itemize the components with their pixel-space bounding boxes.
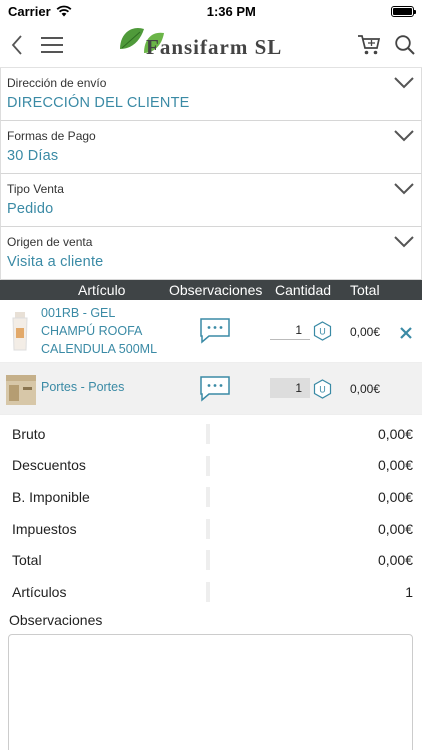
unit-label: U (319, 385, 326, 395)
cart-icon (358, 35, 381, 55)
search-icon (395, 35, 415, 55)
field-value: DIRECCIÓN DEL CLIENTE (7, 95, 190, 111)
field-label: Tipo Venta (7, 182, 64, 196)
column-header-observations: Observaciones (169, 282, 263, 298)
battery-icon (391, 5, 416, 17)
summary-value: 0,00€ (377, 425, 413, 442)
delete-line-button[interactable] (399, 326, 413, 340)
summary-row-taxes: Impuestos 0,00€ (0, 513, 422, 545)
menu-line (41, 44, 63, 46)
menu-line (41, 51, 63, 53)
summary-label: B. Imponible (12, 488, 90, 505)
observations-textarea[interactable] (8, 634, 413, 750)
sale-type-field[interactable]: Tipo Venta Pedido (0, 174, 422, 227)
summary-label: Bruto (12, 425, 46, 442)
divider (206, 518, 210, 539)
nav-bar: Fansifarm SL (0, 22, 422, 68)
column-header-quantity: Cantidad (275, 282, 332, 298)
field-value: 30 Días (7, 148, 59, 164)
observations-label: Observaciones (9, 612, 103, 628)
field-label: Dirección de envío (7, 76, 107, 90)
field-label: Formas de Pago (7, 129, 96, 143)
divider (206, 487, 210, 508)
quantity-input[interactable]: 1 (270, 320, 310, 340)
unit-hexagon-icon[interactable]: U (313, 321, 332, 341)
chevron-down-icon (394, 130, 414, 142)
back-button[interactable] (7, 33, 27, 57)
unit-label: U (319, 327, 326, 337)
summary-value: 1 (405, 583, 413, 600)
menu-line (41, 37, 63, 39)
wifi-icon (56, 5, 72, 17)
shipping-address-field[interactable]: Dirección de envío DIRECCIÓN DEL CLIENTE (0, 68, 422, 121)
summary-label: Descuentos (12, 457, 86, 474)
divider (206, 424, 210, 444)
summary-row-gross: Bruto 0,00€ (0, 418, 422, 450)
payment-method-field[interactable]: Formas de Pago 30 Días (0, 121, 422, 174)
chevron-down-icon (394, 183, 414, 195)
summary-label: Artículos (12, 583, 67, 600)
summary-value: 0,00€ (377, 552, 413, 569)
status-bar: Carrier 1:36 PM (0, 0, 422, 22)
product-thumbnail (6, 375, 36, 405)
menu-button[interactable] (41, 37, 63, 53)
chevron-down-icon (394, 236, 414, 248)
column-header-article: Artículo (78, 282, 126, 298)
chevron-down-icon (394, 77, 414, 89)
product-name-link[interactable]: 001RB - GEL CHAMPÚ ROOFA CALENDULA 500ML (41, 304, 171, 358)
field-label: Origen de venta (7, 235, 93, 249)
status-time: 1:36 PM (206, 3, 256, 19)
quantity-input[interactable]: 1 (270, 378, 310, 398)
divider (206, 455, 210, 476)
sale-origin-field[interactable]: Origen de venta Visita a cliente (0, 227, 422, 280)
table-row: Portes - Portes 1 U 0,00€ (0, 363, 422, 415)
logo-text: Fansifarm SL (146, 35, 283, 59)
lines-table-header: Artículo Observaciones Cantidad Total (0, 280, 422, 300)
logo: Fansifarm SL (118, 23, 303, 67)
summary-label: Impuestos (12, 520, 77, 537)
divider (206, 550, 210, 571)
observations-button[interactable] (199, 375, 231, 402)
summary-value: 0,00€ (377, 488, 413, 505)
carrier-label: Carrier (8, 3, 51, 19)
status-left: Carrier (8, 4, 72, 19)
column-header-total: Total (350, 282, 380, 298)
summary-row-total: Total 0,00€ (0, 544, 422, 576)
summary-row-taxable-base: B. Imponible 0,00€ (0, 481, 422, 513)
observations-button[interactable] (199, 317, 231, 344)
product-name-link[interactable]: Portes - Portes (41, 378, 171, 396)
order-summary: Bruto 0,00€ Descuentos 0,00€ B. Imponibl… (0, 418, 422, 608)
table-row: 001RB - GEL CHAMPÚ ROOFA CALENDULA 500ML… (0, 300, 422, 363)
summary-row-items: Artículos 1 (0, 576, 422, 608)
line-total: 0,00€ (350, 325, 381, 339)
chevron-left-icon (11, 35, 22, 55)
summary-label: Total (12, 552, 42, 569)
divider (206, 581, 210, 602)
summary-row-discounts: Descuentos 0,00€ (0, 450, 422, 482)
field-value: Visita a cliente (7, 254, 104, 270)
summary-value: 0,00€ (377, 457, 413, 474)
summary-value: 0,00€ (377, 520, 413, 537)
observations-section: Observaciones (0, 612, 422, 750)
unit-hexagon-icon[interactable]: U (313, 379, 332, 399)
cart-button[interactable] (357, 34, 381, 56)
field-value: Pedido (7, 201, 54, 217)
line-total: 0,00€ (350, 382, 381, 396)
product-thumbnail (12, 312, 28, 351)
search-button[interactable] (394, 34, 416, 56)
